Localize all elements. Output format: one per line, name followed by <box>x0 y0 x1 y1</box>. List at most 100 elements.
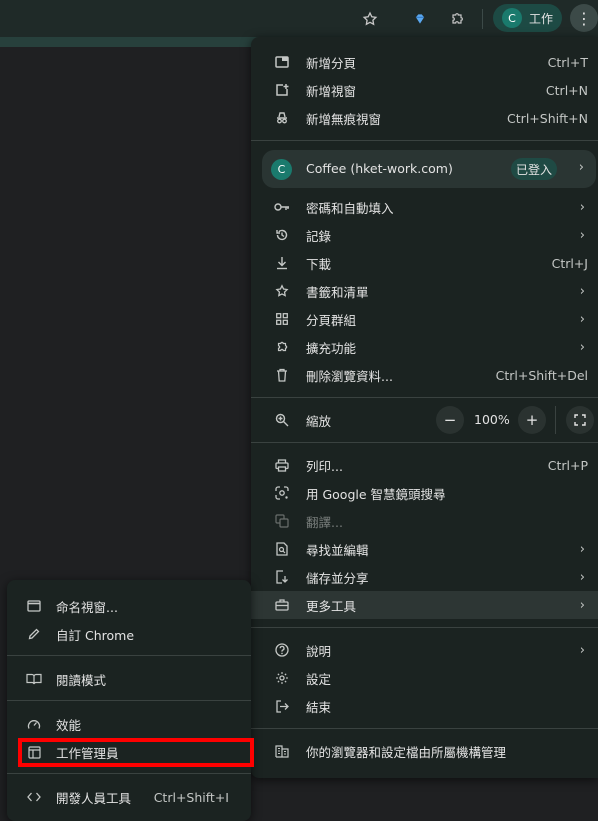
submenu-item-customize-chrome[interactable]: 自訂 Chrome <box>7 620 251 648</box>
menu-label: 你的瀏覽器和設定檔由所屬機構管理 <box>306 744 507 760</box>
menu-divider <box>251 627 598 628</box>
menu-item-bookmarks[interactable]: 書籤和清單 › <box>251 277 598 305</box>
menu-item-settings[interactable]: 設定 <box>251 664 598 692</box>
speedometer-icon <box>25 715 43 733</box>
menu-shortcut: Ctrl+Shift+I <box>153 789 229 805</box>
building-icon <box>273 742 291 760</box>
menu-label: 下載 <box>306 256 332 272</box>
zoom-divider <box>555 406 556 434</box>
menu-label: 密碼和自動填入 <box>306 200 394 216</box>
menu-item-save-share[interactable]: 儲存並分享 › <box>251 563 598 591</box>
menu-divider <box>251 397 598 398</box>
menu-divider <box>251 442 598 443</box>
puzzle-icon[interactable] <box>445 7 469 31</box>
menu-item-new-incognito[interactable]: 新增無痕視窗 Ctrl+Shift+N <box>251 104 598 132</box>
exit-icon <box>273 697 291 715</box>
zoom-value: 100% <box>474 412 510 427</box>
pencil-icon <box>25 625 43 643</box>
history-icon <box>273 226 291 244</box>
submenu-item-performance[interactable]: 效能 <box>7 710 251 738</box>
menu-item-managed[interactable]: 你的瀏覽器和設定檔由所屬機構管理 <box>251 737 598 765</box>
menu-shortcut: Ctrl+Shift+N <box>507 110 588 126</box>
menu-item-find-edit[interactable]: 尋找並編輯 › <box>251 535 598 563</box>
chevron-right-icon: › <box>579 199 585 215</box>
submenu-item-reading-mode[interactable]: 閱讀模式 <box>7 665 251 693</box>
menu-item-google-lens[interactable]: 用 Google 智慧鏡頭搜尋 <box>251 479 598 507</box>
menu-label: 新增視窗 <box>306 83 357 99</box>
incognito-icon <box>273 109 291 127</box>
avatar: C <box>502 8 522 28</box>
zoom-in-button[interactable]: + <box>518 406 546 434</box>
code-icon <box>25 788 43 806</box>
fullscreen-icon[interactable] <box>566 406 594 434</box>
star-icon[interactable] <box>358 7 382 31</box>
menu-shortcut: Ctrl+J <box>551 255 588 271</box>
new-window-icon <box>273 81 291 99</box>
zoom-icon <box>273 411 291 429</box>
download-icon <box>273 254 291 272</box>
menu-label: 刪除瀏覽資料... <box>306 368 393 384</box>
menu-shortcut: Ctrl+P <box>547 457 588 473</box>
gem-icon[interactable] <box>408 7 432 31</box>
menu-item-tab-groups[interactable]: 分頁群組 › <box>251 305 598 333</box>
window-icon <box>25 597 43 615</box>
menu-label: 效能 <box>56 717 82 733</box>
menu-label: 閱讀模式 <box>56 672 107 688</box>
menu-label: 命名視窗... <box>56 599 118 615</box>
browser-toolbar: C 工作 ⋮ <box>0 0 598 37</box>
menu-item-exit[interactable]: 結束 <box>251 692 598 720</box>
menu-shortcut: Ctrl+T <box>547 54 588 70</box>
menu-label: 縮放 <box>306 413 332 429</box>
menu-divider <box>251 140 598 141</box>
menu-item-new-window[interactable]: 新增視窗 Ctrl+N <box>251 76 598 104</box>
menu-label: 分頁群組 <box>306 312 357 328</box>
menu-label: 翻譯... <box>306 514 343 530</box>
menu-label: 尋找並編輯 <box>306 542 369 558</box>
puzzle-icon <box>273 338 291 356</box>
task-manager-highlight <box>18 738 254 767</box>
menu-divider <box>251 728 598 729</box>
menu-label: 自訂 Chrome <box>56 627 135 643</box>
menu-item-more-tools[interactable]: 更多工具 › <box>251 591 598 619</box>
menu-label: 記錄 <box>306 228 332 244</box>
menu-label: 新增分頁 <box>306 55 357 71</box>
menu-item-downloads[interactable]: 下載 Ctrl+J <box>251 249 598 277</box>
chevron-right-icon: › <box>579 227 585 243</box>
menu-item-history[interactable]: 記錄 › <box>251 221 598 249</box>
menu-item-passwords[interactable]: 密碼和自動填入 › <box>251 193 598 221</box>
toolbar-divider <box>482 9 483 29</box>
chrome-main-menu: 新增分頁 Ctrl+T 新增視窗 Ctrl+N 新增無痕視窗 Ctrl+Shif… <box>251 37 598 778</box>
submenu-item-name-window[interactable]: 命名視窗... <box>7 592 251 620</box>
menu-label: 擴充功能 <box>306 340 357 356</box>
signed-in-badge: 已登入 <box>511 158 557 180</box>
menu-label: 用 Google 智慧鏡頭搜尋 <box>306 486 446 502</box>
chevron-right-icon: › <box>579 597 585 613</box>
menu-label: 設定 <box>306 671 332 687</box>
help-icon <box>273 641 291 659</box>
menu-item-print[interactable]: 列印... Ctrl+P <box>251 451 598 479</box>
gear-icon <box>273 669 291 687</box>
chevron-right-icon: › <box>579 569 585 585</box>
menu-item-help[interactable]: 說明 › <box>251 636 598 664</box>
kebab-menu-icon[interactable]: ⋮ <box>570 4 598 32</box>
save-share-icon <box>273 568 291 586</box>
menu-profile-row[interactable]: C Coffee (hket-work.com) 已登入 › <box>262 150 596 188</box>
lens-icon <box>273 484 291 502</box>
find-page-icon <box>273 540 291 558</box>
profile-chip[interactable]: C 工作 <box>493 4 562 32</box>
menu-item-new-tab[interactable]: 新增分頁 Ctrl+T <box>251 48 598 76</box>
menu-label: 新增無痕視窗 <box>306 111 382 127</box>
more-tools-submenu: 命名視窗... 自訂 Chrome 閱讀模式 效能 工作管理員 開發人員工具 C… <box>7 580 251 821</box>
menu-label: 列印... <box>306 458 343 474</box>
book-icon <box>25 670 43 688</box>
submenu-item-dev-tools[interactable]: 開發人員工具 Ctrl+Shift+I <box>7 783 251 811</box>
avatar: C <box>271 159 292 180</box>
menu-item-extensions[interactable]: 擴充功能 › <box>251 333 598 361</box>
menu-label: 更多工具 <box>306 598 357 614</box>
zoom-out-button[interactable]: − <box>436 406 464 434</box>
menu-item-clear-data[interactable]: 刪除瀏覽資料... Ctrl+Shift+Del <box>251 361 598 389</box>
new-tab-icon <box>273 53 291 71</box>
trash-icon <box>273 366 291 384</box>
printer-icon <box>273 456 291 474</box>
toolbox-icon <box>273 596 291 614</box>
